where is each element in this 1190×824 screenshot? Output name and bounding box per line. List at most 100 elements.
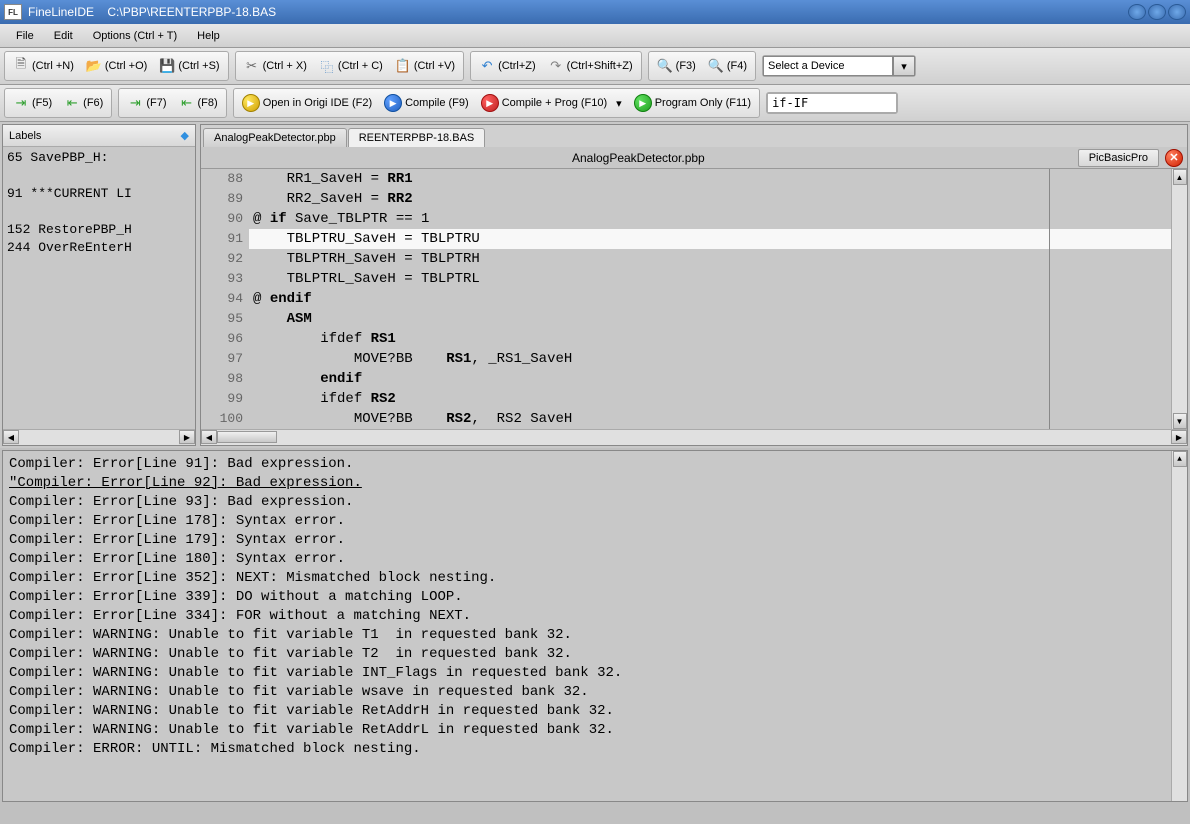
compile-prog-icon: ▶ [481,94,499,112]
device-dropdown-button[interactable]: ▾ [893,56,915,76]
code-line[interactable]: TBLPTRL_SaveH = TBLPTRL [249,269,1171,289]
path-filename: AnalogPeakDetector.pbp [201,151,1076,165]
code-line[interactable]: RR2_SaveH = RR2 [249,189,1171,209]
menu-options[interactable]: Options (Ctrl + T) [83,27,187,45]
menu-edit[interactable]: Edit [44,27,83,45]
console-line: Compiler: WARNING: Unable to fit variabl… [9,683,1181,702]
open-origi-ide-button[interactable]: ▶Open in Origi IDE (F2) [236,91,378,115]
new-icon: 🗎 [13,58,29,74]
undo-button[interactable]: ↶(Ctrl+Z) [473,54,542,78]
console-line: Compiler: Error[Line 93]: Bad expression… [9,493,1181,512]
vscroll-track[interactable] [1172,185,1187,413]
console-line: Compiler: Error[Line 178]: Syntax error. [9,512,1181,531]
code-line[interactable]: ASM [249,309,1171,329]
code-line[interactable]: endif [249,369,1171,389]
labels-list-item[interactable]: 152 RestorePBP_H [3,221,195,239]
cut-button[interactable]: ✂(Ctrl + X) [238,54,313,78]
labels-list-item[interactable] [3,167,195,185]
save-icon: 💾 [159,58,175,74]
labels-list-item[interactable]: 244 OverReEnterH [3,239,195,257]
scroll-right-button[interactable]: ▶ [1171,430,1187,444]
labels-panel-title: Labels [9,130,41,142]
program-icon: ▶ [634,94,652,112]
console-line: Compiler: ERROR: UNTIL: Mismatched block… [9,740,1181,759]
menu-file[interactable]: File [6,27,44,45]
labels-list-item[interactable] [3,203,195,221]
editor-tab[interactable]: REENTERPBP-18.BAS [348,128,486,147]
labels-hscrollbar[interactable]: ◀ ▶ [3,429,195,445]
outdent-icon: ⇤ [64,95,80,111]
scroll-left-button[interactable]: ◀ [201,430,217,444]
app-icon: FL [4,4,22,20]
code-line[interactable]: @ endif [249,289,1171,309]
menu-help[interactable]: Help [187,27,230,45]
compile-prog-button[interactable]: ▶Compile + Prog (F10)▾ [475,91,628,115]
console-line: "Compiler: Error[Line 92]: Bad expressio… [9,474,1181,493]
hscroll-track[interactable] [217,430,1171,445]
labels-list[interactable]: 65 SavePBP_H: 91 ***CURRENT LI 152 Resto… [3,147,195,429]
code-line[interactable]: TBLPTRU_SaveH = TBLPTRU [249,229,1171,249]
code-line[interactable]: RR1_SaveH = RR1 [249,169,1171,189]
find-button[interactable]: 🔍(F3) [651,54,702,78]
close-tab-button[interactable]: ✕ [1165,149,1183,167]
console-line: Compiler: WARNING: Unable to fit variabl… [9,721,1181,740]
open-button[interactable]: 📂(Ctrl +O) [80,54,153,78]
copy-button[interactable]: ⿻(Ctrl + C) [313,54,389,78]
scroll-up-button[interactable]: ▲ [1173,451,1187,467]
scroll-track[interactable] [19,430,179,445]
editor-tab[interactable]: AnalogPeakDetector.pbp [203,128,347,147]
scroll-right-button[interactable]: ▶ [179,430,195,444]
comment-icon: ⇥ [127,95,143,111]
search-icon: 🔍 [657,58,673,74]
paste-icon: 📋 [395,58,411,74]
editor-hscrollbar[interactable]: ◀ ▶ [201,429,1187,445]
scroll-up-button[interactable]: ▲ [1173,169,1187,185]
uncomment-button[interactable]: ⇤(F8) [173,91,224,115]
minimize-button[interactable] [1128,4,1146,20]
undo-icon: ↶ [479,58,495,74]
compile-icon: ▶ [384,94,402,112]
new-button[interactable]: 🗎(Ctrl +N) [7,54,80,78]
console-line: Compiler: Error[Line 352]: NEXT: Mismatc… [9,569,1181,588]
editor-vscrollbar[interactable]: ▲ ▼ [1171,169,1187,429]
redo-button[interactable]: ↷(Ctrl+Shift+Z) [542,54,639,78]
dropdown-arrow-icon: ▾ [616,97,622,110]
device-select[interactable]: Select a Device [763,56,893,76]
outdent-button[interactable]: ⇤(F6) [58,91,109,115]
indent-icon: ⇥ [13,95,29,111]
language-button[interactable]: PicBasicPro [1078,149,1159,167]
editor-panel: AnalogPeakDetector.pbpREENTERPBP-18.BAS … [200,124,1188,446]
paste-button[interactable]: 📋(Ctrl +V) [389,54,461,78]
labels-panel-header[interactable]: Labels ◆ [3,125,195,147]
code-line[interactable]: MOVE?BB RS1, _RS1_SaveH [249,349,1171,369]
uncomment-icon: ⇤ [179,95,195,111]
code-line[interactable]: TBLPTRH_SaveH = TBLPTRH [249,249,1171,269]
comment-button[interactable]: ⇥(F7) [121,91,172,115]
code-line[interactable]: @ if Save_TBLPTR == 1 [249,209,1171,229]
keyword-input[interactable]: if-IF [767,93,897,113]
console-vscrollbar[interactable]: ▲ [1171,451,1187,801]
maximize-button[interactable] [1148,4,1166,20]
program-only-button[interactable]: ▶Program Only (F11) [628,91,757,115]
redo-icon: ↷ [548,58,564,74]
code-line[interactable]: ifdef RS1 [249,329,1171,349]
window-controls [1128,4,1186,20]
open-ide-icon: ▶ [242,94,260,112]
labels-list-item[interactable]: 65 SavePBP_H: [3,149,195,167]
output-console[interactable]: Compiler: Error[Line 91]: Bad expression… [2,450,1188,802]
indent-button[interactable]: ⇥(F5) [7,91,58,115]
code-line[interactable]: ifdef RS2 [249,389,1171,409]
scroll-left-button[interactable]: ◀ [3,430,19,444]
scroll-down-button[interactable]: ▼ [1173,413,1187,429]
console-line: Compiler: Error[Line 334]: FOR without a… [9,607,1181,626]
console-line: Compiler: Error[Line 339]: DO without a … [9,588,1181,607]
close-window-button[interactable] [1168,4,1186,20]
console-line: Compiler: WARNING: Unable to fit variabl… [9,702,1181,721]
compile-button[interactable]: ▶Compile (F9) [378,91,475,115]
code-line[interactable]: MOVE?BB RS2, RS2 SaveH [249,409,1171,429]
labels-list-item[interactable]: 91 ***CURRENT LI [3,185,195,203]
code-editor[interactable]: RR1_SaveH = RR1 RR2_SaveH = RR2@ if Save… [249,169,1171,429]
hscroll-thumb[interactable] [217,431,277,443]
find-next-button[interactable]: 🔍(F4) [702,54,753,78]
save-button[interactable]: 💾(Ctrl +S) [153,54,225,78]
